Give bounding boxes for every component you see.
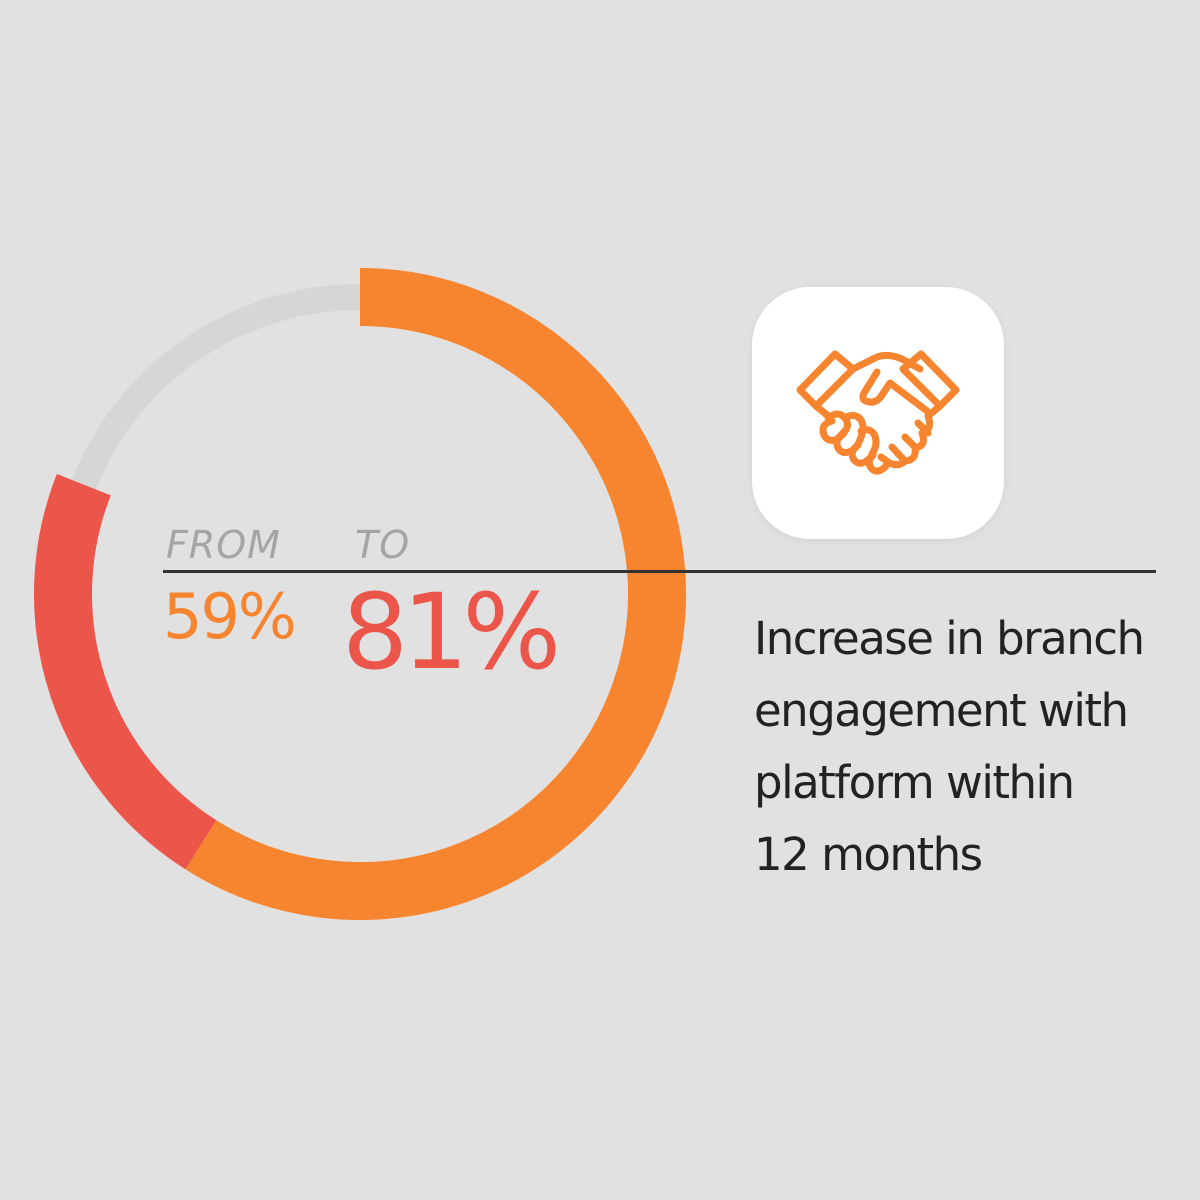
caption-line: 12 months <box>754 828 983 881</box>
handshake-icon <box>796 350 960 475</box>
to-label: TO <box>355 523 411 567</box>
caption-line: Increase in branch <box>754 612 1145 665</box>
divider-line <box>163 570 1156 573</box>
caption-line: engagement with <box>754 684 1129 737</box>
caption-text: Increase in branch engagement with platf… <box>754 603 1194 891</box>
to-value: 81% <box>342 571 561 693</box>
caption-line: platform within <box>754 756 1075 809</box>
from-value: 59% <box>163 580 297 653</box>
infographic: FROM TO 59% 81% Increase in branch engag… <box>0 0 1200 1200</box>
icon-card <box>752 287 1004 539</box>
from-label: FROM <box>166 523 281 567</box>
